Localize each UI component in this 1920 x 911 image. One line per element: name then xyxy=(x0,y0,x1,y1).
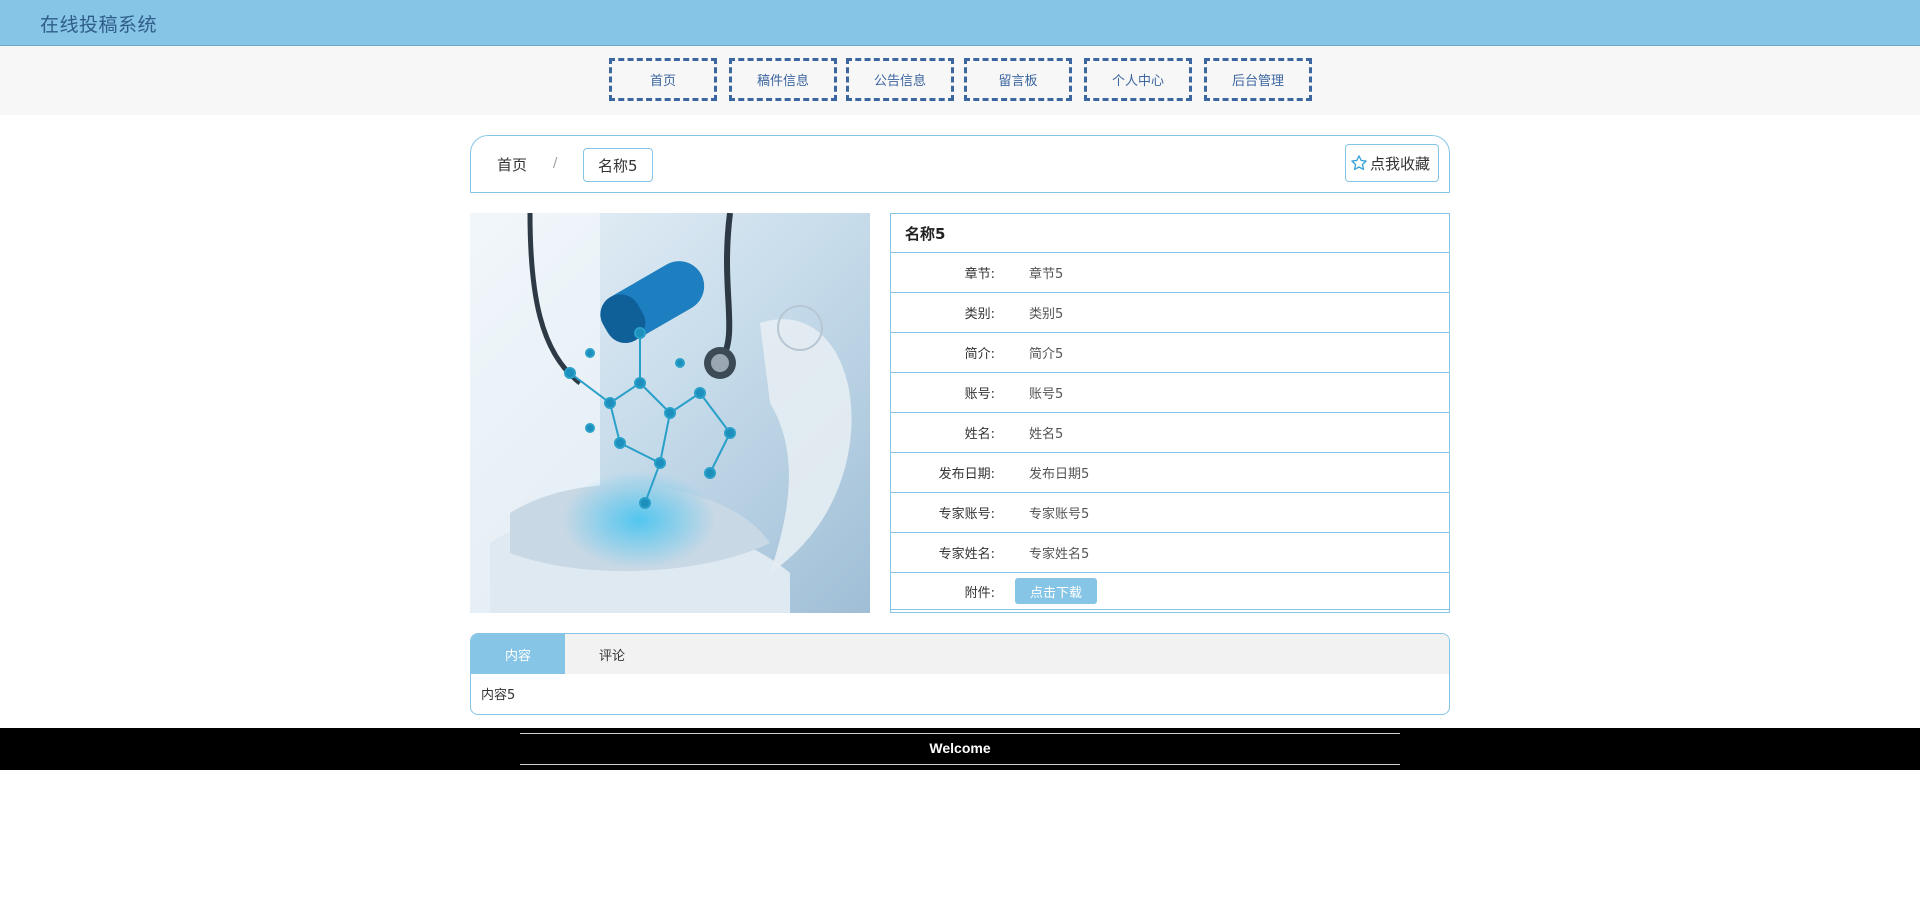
nav-item-home[interactable]: 首页 xyxy=(609,58,717,101)
top-header: 在线投稿系统 xyxy=(0,0,1920,46)
detail-row-category: 类别: 类别5 xyxy=(891,293,1449,333)
detail-value: 章节5 xyxy=(1029,267,1064,282)
star-icon xyxy=(1350,154,1368,172)
detail-row-summary: 简介: 简介5 xyxy=(891,333,1449,373)
detail-label: 姓名: xyxy=(964,427,995,442)
nav-item-personal-center[interactable]: 个人中心 xyxy=(1084,58,1192,101)
detail-row-expert-account: 专家账号: 专家账号5 xyxy=(891,493,1449,533)
nav-item-announcements[interactable]: 公告信息 xyxy=(846,58,954,101)
main-nav: 首页 稿件信息 公告信息 留言板 个人中心 后台管理 xyxy=(0,46,1920,115)
breadcrumb-home-link[interactable]: 首页 xyxy=(497,154,527,175)
detail-value: 账号5 xyxy=(1029,387,1064,402)
detail-label: 简介: xyxy=(964,347,995,362)
footer: Welcome xyxy=(0,728,1920,770)
tab-content[interactable]: 内容 xyxy=(471,634,565,674)
detail-panel: 名称5 章节: 章节5 类别: 类别5 简介: 简介5 账号: 账号5 姓名: … xyxy=(890,213,1450,613)
tab-comments[interactable]: 评论 xyxy=(565,634,659,674)
detail-row-expert-name: 专家姓名: 专家姓名5 xyxy=(891,533,1449,573)
manuscript-cover-image xyxy=(470,213,870,613)
detail-row-publish-date: 发布日期: 发布日期5 xyxy=(891,453,1449,493)
detail-label: 章节: xyxy=(964,267,995,282)
detail-row-account: 账号: 账号5 xyxy=(891,373,1449,413)
nav-item-manuscripts[interactable]: 稿件信息 xyxy=(729,58,837,101)
tab-body: 内容5 xyxy=(481,688,516,703)
breadcrumb-separator: / xyxy=(553,156,558,171)
detail-label: 附件: xyxy=(964,585,995,601)
detail-value: 简介5 xyxy=(1029,347,1064,362)
detail-value: 专家账号5 xyxy=(1029,507,1090,522)
detail-row-chapter: 章节: 章节5 xyxy=(891,253,1449,293)
site-title: 在线投稿系统 xyxy=(40,14,158,36)
tab-header: 内容 评论 xyxy=(471,634,1449,674)
detail-label: 账号: xyxy=(964,387,995,402)
detail-label: 类别: xyxy=(964,307,995,322)
download-button[interactable]: 点击下载 xyxy=(1015,578,1098,604)
detail-title: 名称5 xyxy=(891,214,1449,253)
detail-label: 发布日期: xyxy=(938,467,995,482)
detail-value: 姓名5 xyxy=(1029,427,1064,442)
detail-value: 类别5 xyxy=(1029,307,1064,322)
detail-value: 发布日期5 xyxy=(1029,467,1090,482)
footer-divider-top xyxy=(520,733,1400,734)
footer-divider-bottom xyxy=(520,764,1400,765)
footer-text: Welcome xyxy=(929,740,991,756)
nav-item-admin[interactable]: 后台管理 xyxy=(1204,58,1312,101)
favorite-button[interactable]: 点我收藏 xyxy=(1344,144,1439,182)
detail-label: 专家账号: xyxy=(938,507,995,522)
favorite-label: 点我收藏 xyxy=(1369,154,1430,173)
detail-label: 专家姓名: xyxy=(938,547,995,562)
content-tabs: 内容 评论 内容5 xyxy=(470,633,1450,715)
detail-row-attachment: 附件: 点击下载 xyxy=(891,573,1449,610)
breadcrumb: 首页 / 名称5 点我收藏 xyxy=(470,135,1450,193)
detail-row-name: 姓名: 姓名5 xyxy=(891,413,1449,453)
nav-item-message-board[interactable]: 留言板 xyxy=(964,58,1072,101)
breadcrumb-current: 名称5 xyxy=(583,148,653,182)
detail-value: 专家姓名5 xyxy=(1029,547,1090,562)
